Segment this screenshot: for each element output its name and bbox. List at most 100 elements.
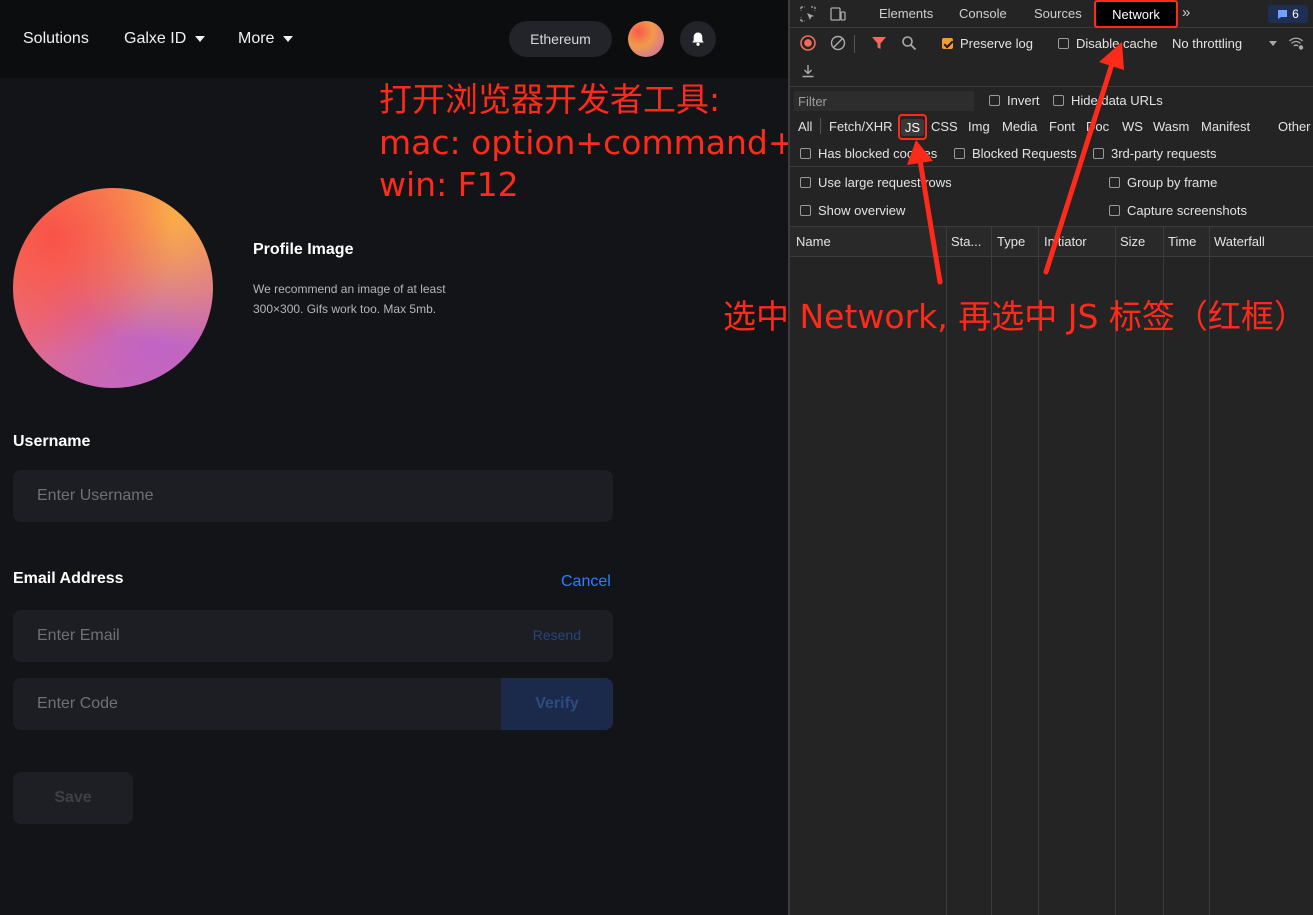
throttling-select[interactable]: No throttling (1172, 36, 1278, 51)
tab-network[interactable]: Network (1094, 0, 1178, 28)
invert-checkbox[interactable]: Invert (989, 93, 1040, 108)
checkbox-icon (1109, 205, 1120, 216)
type-media[interactable]: Media (1002, 119, 1037, 134)
column-name[interactable]: Name (796, 234, 831, 249)
tab-elements[interactable]: Elements (879, 6, 933, 21)
third-party-checkbox[interactable]: 3rd-party requests (1093, 146, 1217, 161)
device-toolbar-icon[interactable] (830, 6, 846, 22)
show-overview-label: Show overview (818, 203, 906, 218)
type-ws[interactable]: WS (1122, 119, 1143, 134)
filter-icon[interactable] (871, 35, 887, 51)
email-label: Email Address (13, 570, 124, 587)
checkbox-icon (1093, 148, 1104, 159)
save-label: Save (54, 789, 92, 806)
checkbox-icon (800, 148, 811, 159)
email-input[interactable] (13, 610, 613, 662)
column-size[interactable]: Size (1120, 234, 1145, 249)
network-options: Has blocked cookies Blocked Requests 3rd… (790, 140, 1313, 227)
blocked-cookies-label: Has blocked cookies (818, 146, 938, 161)
type-doc[interactable]: Doc (1086, 119, 1109, 134)
nav-more[interactable]: More (238, 29, 294, 49)
preserve-log-checkbox[interactable]: Preserve log (942, 36, 1033, 51)
type-css[interactable]: CSS (931, 119, 958, 134)
disable-cache-checkbox[interactable]: Disable cache (1058, 36, 1158, 51)
devtools-panel: Elements Console Sources Network » 6 Pre… (788, 0, 1313, 915)
verify-button[interactable]: Verify (501, 678, 613, 730)
annotation-select-network-js: 选中 Network, 再选中 JS 标签（红框） (723, 297, 1307, 336)
record-icon[interactable] (800, 35, 816, 51)
username-field-wrap (13, 470, 613, 522)
large-rows-checkbox[interactable]: Use large request rows (800, 175, 952, 190)
checkbox-icon (800, 177, 811, 188)
search-icon[interactable] (901, 35, 917, 51)
code-input[interactable] (13, 678, 501, 730)
group-by-frame-checkbox[interactable]: Group by frame (1109, 175, 1217, 190)
verify-label: Verify (535, 695, 579, 712)
column-time[interactable]: Time (1168, 234, 1196, 249)
profile-image-description: We recommend an image of at least 300×30… (253, 282, 446, 316)
top-navbar: Solutions Galxe ID More Ethereum (0, 0, 788, 78)
column-initiator[interactable]: Initiator (1044, 234, 1087, 249)
checkbox-icon (1109, 177, 1120, 188)
invert-label: Invert (1007, 93, 1040, 108)
save-button[interactable]: Save (13, 772, 133, 824)
blocked-requests-checkbox[interactable]: Blocked Requests (954, 146, 1077, 161)
capture-screenshots-label: Capture screenshots (1127, 203, 1247, 218)
nav-galxe-id[interactable]: Galxe ID (124, 29, 206, 49)
download-icon[interactable] (800, 63, 816, 79)
filter-row: Invert Hide data URLs (790, 88, 1313, 114)
options-divider (790, 166, 1313, 167)
message-icon (1278, 9, 1288, 19)
chevron-down-icon (1269, 41, 1278, 46)
issues-badge[interactable]: 6 (1268, 5, 1308, 23)
type-js-label: JS (900, 118, 925, 136)
avatar[interactable] (628, 21, 664, 57)
type-img[interactable]: Img (968, 119, 990, 134)
network-selector[interactable]: Ethereum (509, 21, 612, 57)
checkbox-icon (1053, 95, 1064, 106)
type-fetch-xhr[interactable]: Fetch/XHR (829, 119, 893, 134)
nav-solutions-label: Solutions (23, 30, 89, 47)
type-js[interactable]: JS (898, 114, 927, 140)
type-font[interactable]: Font (1049, 119, 1075, 134)
annotation-mac-shortcut: mac: option+command+i (379, 123, 805, 162)
network-conditions-icon[interactable] (1288, 35, 1304, 51)
filter-input[interactable] (794, 91, 974, 111)
resend-button[interactable]: Resend (533, 627, 581, 643)
chevron-down-icon (283, 36, 294, 42)
bell-icon (692, 32, 704, 46)
network-label: Ethereum (530, 31, 591, 47)
inspect-element-icon[interactable] (800, 6, 816, 22)
profile-image-title: Profile Image (253, 241, 354, 258)
blocked-requests-label: Blocked Requests (972, 146, 1077, 161)
code-field-wrap (13, 678, 501, 730)
username-input[interactable] (13, 470, 613, 522)
capture-screenshots-checkbox[interactable]: Capture screenshots (1109, 203, 1247, 218)
type-all[interactable]: All (798, 119, 812, 134)
checkbox-icon (1058, 38, 1069, 49)
clear-icon[interactable] (830, 35, 846, 51)
hide-data-urls-checkbox[interactable]: Hide data URLs (1053, 93, 1163, 108)
blocked-cookies-checkbox[interactable]: Has blocked cookies (800, 146, 937, 161)
notifications-button[interactable] (680, 21, 716, 57)
disable-cache-label: Disable cache (1076, 36, 1158, 51)
type-other[interactable]: Other (1278, 119, 1311, 134)
show-overview-checkbox[interactable]: Show overview (800, 203, 905, 218)
checkbox-icon (954, 148, 965, 159)
column-type[interactable]: Type (997, 234, 1025, 249)
profile-image[interactable] (13, 188, 213, 388)
column-waterfall[interactable]: Waterfall (1214, 234, 1265, 249)
tab-sources[interactable]: Sources (1034, 6, 1082, 21)
hide-data-urls-label: Hide data URLs (1071, 93, 1163, 108)
type-wasm[interactable]: Wasm (1153, 119, 1189, 134)
cancel-button[interactable]: Cancel (561, 573, 611, 591)
chevron-down-icon (195, 36, 206, 42)
third-party-label: 3rd-party requests (1111, 146, 1217, 161)
network-toolbar: Preserve log Disable cache No throttling (790, 29, 1313, 87)
nav-solutions[interactable]: Solutions (23, 29, 89, 49)
tab-console[interactable]: Console (959, 6, 1007, 21)
more-tabs-icon[interactable]: » (1182, 4, 1190, 21)
app-page: Solutions Galxe ID More Ethereum Profile… (0, 0, 805, 915)
type-manifest[interactable]: Manifest (1201, 119, 1250, 134)
column-status[interactable]: Sta... (951, 234, 981, 249)
